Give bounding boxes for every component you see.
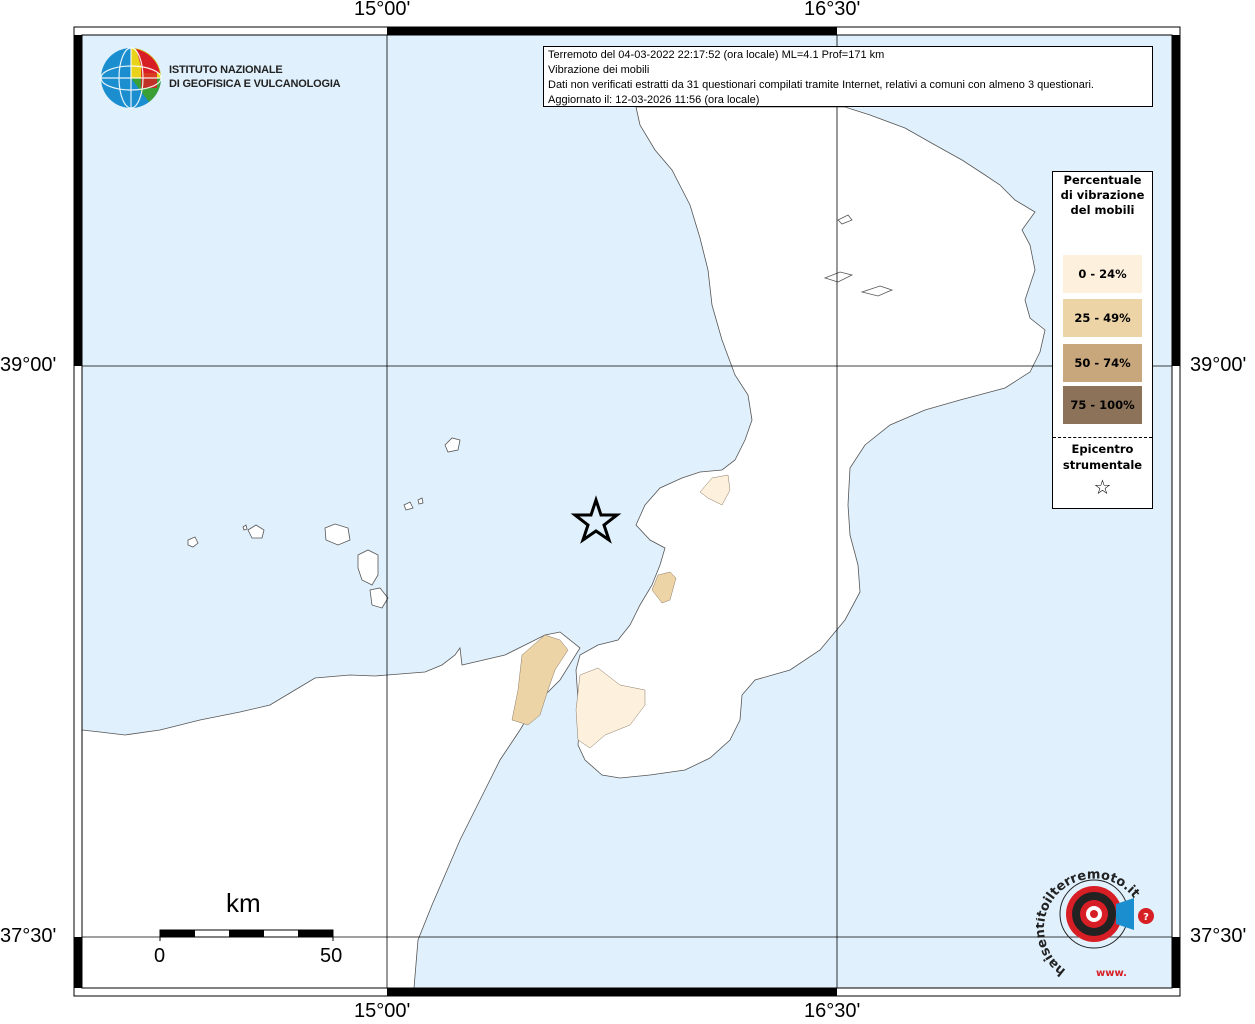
event-info-line1: Terremoto del 04-03-2022 22:17:52 (ora l… bbox=[548, 49, 885, 61]
lon-label-bottom-right: 16°30' bbox=[804, 1000, 861, 1022]
event-info-line4: Aggiornato il: 12-03-2026 11:56 (ora loc… bbox=[548, 94, 760, 106]
legend-epicenter-label: Epicentro strumentale bbox=[1062, 442, 1143, 472]
legend-separator bbox=[1053, 437, 1152, 438]
ingv-logo-line2: DI GEOFISICA E VULCANOLOGIA bbox=[169, 78, 341, 90]
legend-item-0-label: 0 - 24% bbox=[1078, 267, 1127, 281]
lon-label-top-left: 15°00' bbox=[354, 0, 411, 20]
legend: Percentuale di vibrazione del mobili 0 -… bbox=[1052, 171, 1153, 509]
legend-item-1-label: 25 - 49% bbox=[1074, 311, 1131, 325]
scale-unit: km bbox=[226, 888, 261, 918]
lon-label-top-right: 16°30' bbox=[804, 0, 861, 20]
event-info-box: Terremoto del 04-03-2022 22:17:52 (ora l… bbox=[543, 46, 1153, 107]
lat-label-left-bottom: 37°30' bbox=[0, 925, 57, 947]
legend-item-3: 75 - 100% bbox=[1063, 386, 1142, 424]
ingv-logo-icon bbox=[100, 47, 162, 109]
haisentito-text-icon: haisentitoilterremoto.it www. bbox=[1033, 868, 1143, 979]
lat-label-right-top: 39°00' bbox=[1190, 354, 1247, 376]
event-info-line3: Dati non verificati estratti da 31 quest… bbox=[548, 79, 1094, 91]
lat-label-left-top: 39°00' bbox=[0, 354, 57, 376]
event-info-line2: Vibrazione dei mobili bbox=[548, 64, 650, 76]
legend-item-1: 25 - 49% bbox=[1063, 299, 1142, 337]
haisentito-watermark: haisentitoilterremoto.it www. bbox=[1033, 860, 1156, 980]
legend-item-0: 0 - 24% bbox=[1063, 255, 1142, 293]
legend-item-2: 50 - 74% bbox=[1063, 344, 1142, 382]
watermark-prefix: www. bbox=[1096, 968, 1127, 979]
legend-item-3-label: 75 - 100% bbox=[1070, 398, 1135, 412]
ingv-logo-line1: ISTITUTO NAZIONALE bbox=[169, 64, 283, 76]
lat-label-right-bottom: 37°30' bbox=[1190, 925, 1247, 947]
legend-title: Percentuale di vibrazione del mobili bbox=[1060, 173, 1145, 217]
scale-end: 50 bbox=[320, 945, 343, 967]
svg-text:haisentitoilterremoto.it: haisentitoilterremoto.it bbox=[1036, 868, 1142, 979]
lon-label-bottom-left: 15°00' bbox=[354, 1000, 411, 1022]
ingv-logo-text: ISTITUTO NAZIONALE DI GEOFISICA E VULCAN… bbox=[169, 63, 341, 91]
legend-star-icon: ☆ bbox=[1093, 475, 1112, 499]
scale-start: 0 bbox=[154, 945, 166, 967]
legend-item-2-label: 50 - 74% bbox=[1074, 356, 1131, 370]
watermark-text: haisentitoilterremoto.it bbox=[1033, 868, 1143, 979]
